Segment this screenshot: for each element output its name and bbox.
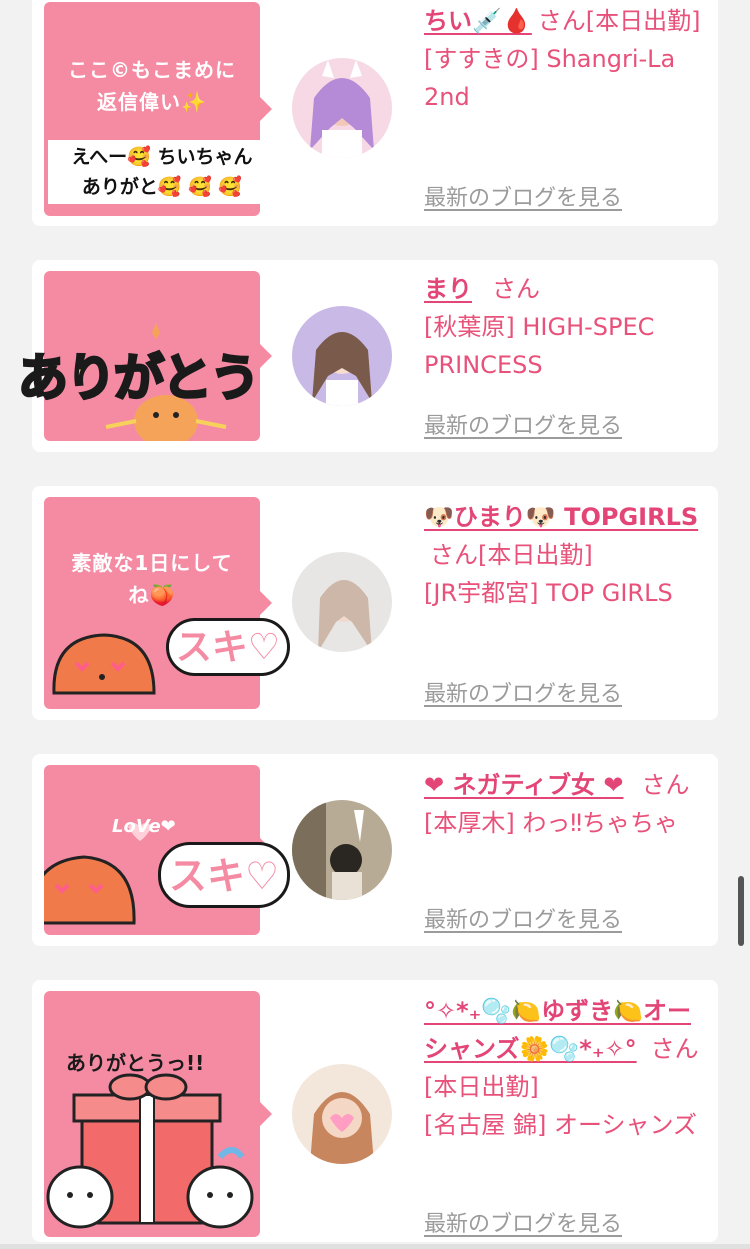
thanks-sticker: ありがとう <box>17 348 262 409</box>
honorific: さん <box>641 771 690 799</box>
girl-name-link[interactable]: まり <box>424 275 472 303</box>
message-line: ここ©もこまめに <box>68 58 236 82</box>
blog-card-2: ありがとう まり さん [秋葉原] HIGH-SPEC PRINCESS 最新のブ… <box>17 260 718 452</box>
reply-sticker: えへー🥰 ちいちゃん ありがと🥰 🥰 🥰 <box>48 140 276 204</box>
blog-card-3: 素敵な1日にして ね🍑 スキ♡ 🐶ひまり🐶 TOPGIRLS さん[本日出勤] [… <box>32 486 718 720</box>
love-sticker: スキ♡ <box>158 842 290 908</box>
girl-name-link[interactable]: ちい💉🩸 <box>424 7 532 35</box>
latest-blog-link[interactable]: 最新のブログを見る <box>424 180 622 212</box>
blob-sticker-icon <box>52 633 156 695</box>
girl-name-link[interactable]: 🐶ひまり🐶 TOPGIRLS <box>424 503 698 531</box>
info-block: °✧*₊🫧🍋ゆずき🍋オーシャンズ🌼🫧*₊✧° さん[本日出勤] [名古屋 錦] オ… <box>424 992 706 1144</box>
avatar[interactable] <box>292 552 392 652</box>
message-bubble: ありがとうっ!! <box>44 991 272 1237</box>
honorific: さん <box>492 275 540 303</box>
love-sticker: スキ♡ <box>166 618 290 676</box>
shop-label: [名古屋 錦] オーシャンズ <box>424 1111 698 1139</box>
latest-blog-link[interactable]: 最新のブログを見る <box>424 676 622 708</box>
info-block: ❤ ネガティブ女 ❤ さん [本厚木] わっ‼ちゃちゃ <box>424 766 706 842</box>
message-bubble: 素敵な1日にして ね🍑 <box>44 497 272 709</box>
honorific: さん[本日出勤] <box>430 541 593 569</box>
avatar[interactable] <box>292 800 392 900</box>
info-block: ちい💉🩸 さん[本日出勤] [すすきの] Shangri-La 2nd <box>424 2 706 116</box>
latest-blog-link[interactable]: 最新のブログを見る <box>424 902 622 934</box>
page-bottom-divider <box>0 1244 750 1249</box>
message-line: 返信偉い✨ <box>97 90 207 114</box>
avatar[interactable] <box>292 1064 392 1164</box>
blog-card-5: ありがとうっ!! °✧*₊🫧🍋ゆずき🍋オーシャンズ🌼🫧*₊✧° さん[本日出勤] … <box>32 980 718 1242</box>
gift-box-icon <box>46 1073 254 1229</box>
shop-label: [JR宇都宮] TOP GIRLS <box>424 579 673 607</box>
reply-line: ありがと🥰 🥰 🥰 <box>81 176 243 198</box>
message-bubble: ここ©もこまめに 返信偉い✨ えへー🥰 ちいちゃん ありがと🥰 🥰 🥰 <box>44 2 276 216</box>
shop-label: [本厚木] わっ‼ちゃちゃ <box>424 809 679 837</box>
reply-line: えへー🥰 ちいちゃん <box>71 146 253 168</box>
shop-label: [すすきの] Shangri-La 2nd <box>424 45 676 111</box>
latest-blog-link[interactable]: 最新のブログを見る <box>424 408 622 440</box>
latest-blog-link[interactable]: 最新のブログを見る <box>424 1206 622 1238</box>
avatar[interactable] <box>292 58 392 158</box>
avatar[interactable] <box>292 306 392 406</box>
girl-name-link[interactable]: ❤ ネガティブ女 ❤ <box>424 771 624 799</box>
blog-card-1: ここ©もこまめに 返信偉い✨ えへー🥰 ちいちゃん ありがと🥰 🥰 🥰 ちい💉🩸… <box>32 0 718 226</box>
scrollbar[interactable] <box>738 876 744 946</box>
blog-card-4: LoVe❤ スキ♡ ❤ ネガティブ女 ❤ さん [本厚木] わっ‼ちゃちゃ 最新の… <box>32 754 718 946</box>
info-block: 🐶ひまり🐶 TOPGIRLS さん[本日出勤] [JR宇都宮] TOP GIRLS <box>424 498 706 612</box>
shop-label: [秋葉原] HIGH-SPEC PRINCESS <box>424 313 655 379</box>
honorific: さん[本日出勤] <box>537 7 701 35</box>
info-block: まり さん [秋葉原] HIGH-SPEC PRINCESS <box>424 270 706 384</box>
love-caption: LoVe❤ <box>112 816 176 837</box>
